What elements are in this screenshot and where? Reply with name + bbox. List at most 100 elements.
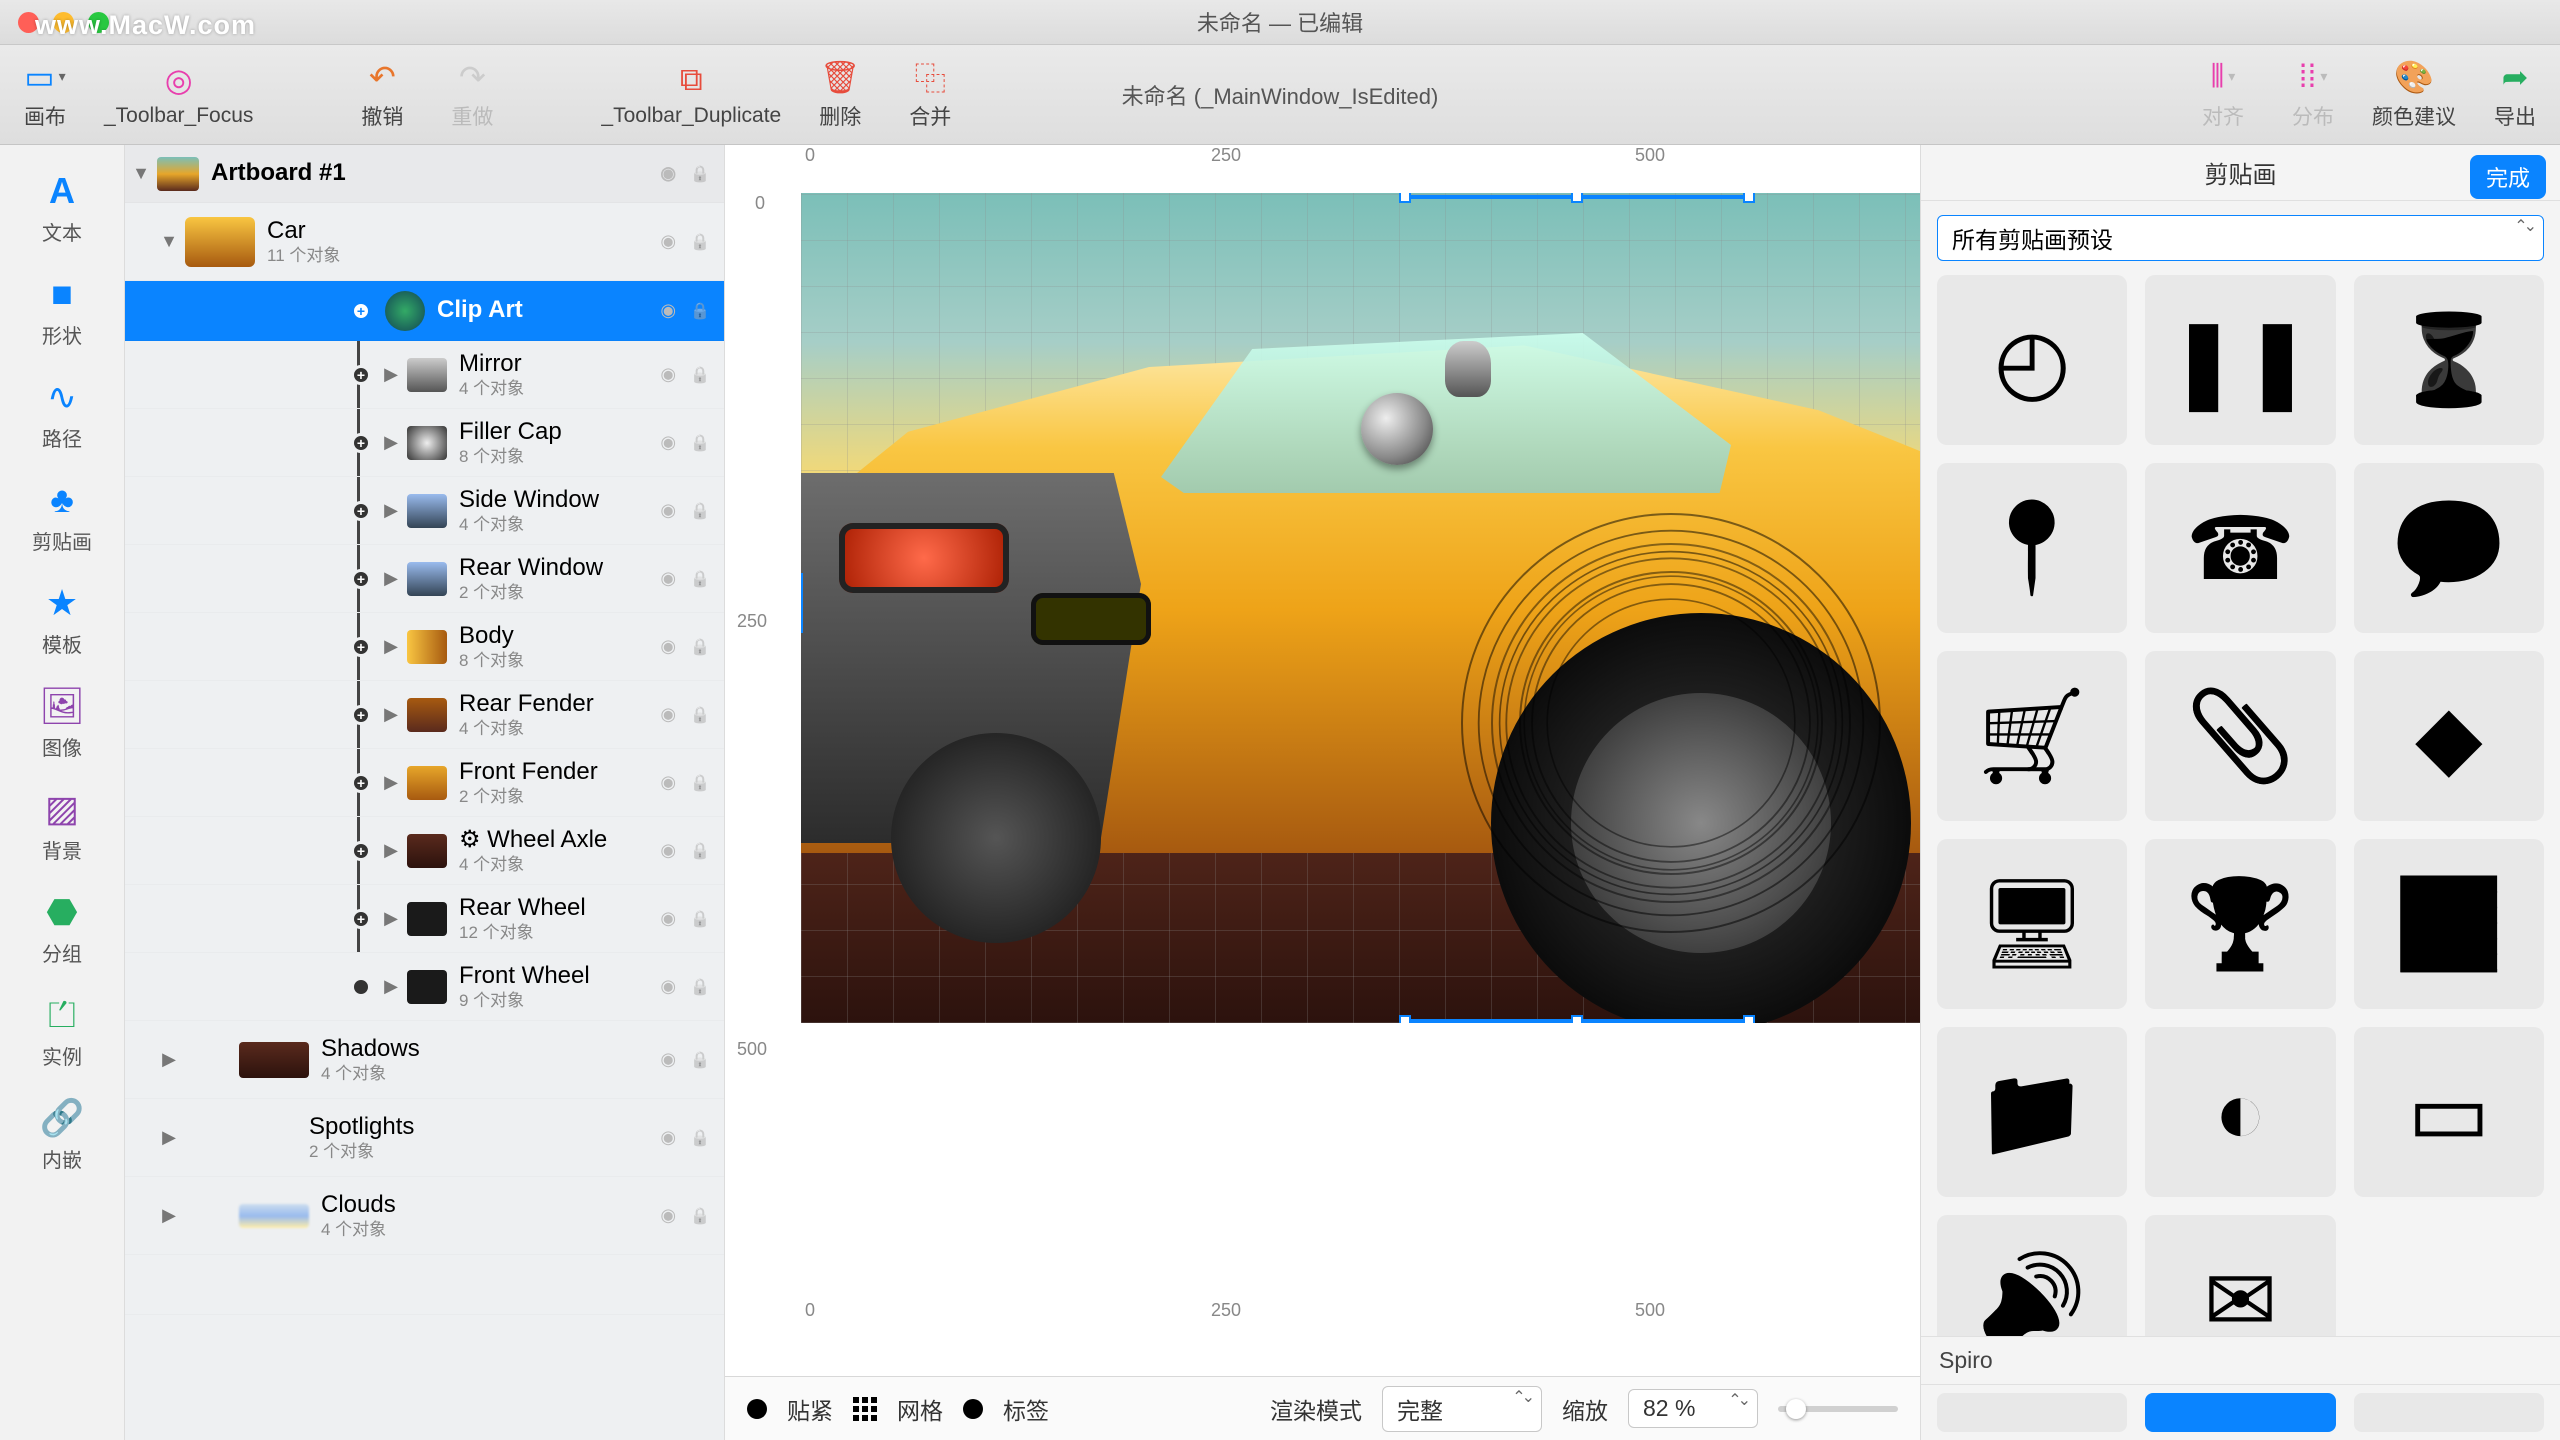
zoom-slider[interactable]: [1778, 1406, 1898, 1412]
layer-item[interactable]: +▶Filler Cap8 个对象: [125, 409, 724, 477]
visibility-icon[interactable]: [660, 907, 676, 930]
layer-item[interactable]: +▶Rear Fender4 个对象: [125, 681, 724, 749]
visibility-icon[interactable]: [660, 1126, 676, 1149]
disclosure-icon[interactable]: ▼: [131, 163, 151, 184]
grid-icon[interactable]: [853, 1397, 877, 1421]
color-suggest-button[interactable]: 🎨 颜色建议: [2358, 51, 2470, 139]
clipart-tool[interactable]: ♣剪贴画: [0, 466, 124, 569]
clipart-trophy[interactable]: 🏆: [2145, 839, 2335, 1009]
lock-icon[interactable]: [690, 162, 710, 185]
disclosure-icon[interactable]: ▶: [381, 908, 401, 929]
instance-tool[interactable]: ⏍实例: [0, 981, 124, 1084]
disclosure-icon[interactable]: ▶: [381, 772, 401, 793]
template-tool[interactable]: ★模板: [0, 569, 124, 672]
disclosure-icon[interactable]: ▶: [381, 840, 401, 861]
rendermode-select[interactable]: 完整: [1382, 1386, 1542, 1432]
disclosure-icon[interactable]: ▶: [381, 432, 401, 453]
visibility-icon[interactable]: [660, 1204, 676, 1227]
selection-box[interactable]: [1403, 195, 1751, 199]
disclosure-icon[interactable]: ▶: [159, 1049, 179, 1070]
undo-button[interactable]: ↶ 撤销: [337, 51, 427, 139]
clipart-hourglass[interactable]: ⏳: [2354, 275, 2544, 445]
clipart-phone[interactable]: ☎: [2145, 463, 2335, 633]
layer-item[interactable]: +▶Front Fender2 个对象: [125, 749, 724, 817]
lock-icon[interactable]: [690, 431, 710, 454]
layer-clouds[interactable]: ▶ Clouds4 个对象: [125, 1177, 724, 1255]
lock-icon[interactable]: [690, 703, 710, 726]
clipart-pause[interactable]: ❚❚: [2145, 275, 2335, 445]
layer-car[interactable]: ▼ Car11 个对象: [125, 203, 724, 281]
layer-item[interactable]: +▶Side Window4 个对象: [125, 477, 724, 545]
align-button[interactable]: ⫴▾ 对齐: [2178, 51, 2268, 139]
distribute-button[interactable]: ⁞⁞▾ 分布: [2268, 51, 2358, 139]
preset-select[interactable]: 所有剪贴画预设: [1937, 215, 2544, 261]
disclosure-icon[interactable]: ▶: [381, 976, 401, 997]
artboard-row[interactable]: ▼ Artboard #1: [125, 145, 724, 203]
lock-icon[interactable]: [690, 299, 710, 322]
visibility-icon[interactable]: [660, 635, 676, 658]
layer-item[interactable]: +▶Rear Wheel12 个对象: [125, 885, 724, 953]
delete-button[interactable]: 🗑 删除: [795, 51, 885, 139]
disclosure-icon[interactable]: ▶: [381, 636, 401, 657]
clipart-clock[interactable]: ◴: [1937, 275, 2127, 445]
selection-box[interactable]: [1403, 1019, 1751, 1023]
lock-icon[interactable]: [690, 975, 710, 998]
disclosure-icon[interactable]: ▶: [159, 1127, 179, 1148]
snap-icon[interactable]: [747, 1399, 767, 1419]
visibility-icon[interactable]: [660, 771, 676, 794]
layer-item[interactable]: +▶Mirror4 个对象: [125, 341, 724, 409]
layer-row[interactable]: [125, 1255, 724, 1315]
export-button[interactable]: ➦ 导出: [2470, 51, 2560, 139]
path-tool[interactable]: ∿路径: [0, 363, 124, 466]
clipart-mail[interactable]: ✉: [2145, 1215, 2335, 1336]
visibility-icon[interactable]: [660, 839, 676, 862]
focus-button[interactable]: ◎ _Toolbar_Focus: [90, 51, 267, 139]
footer-tab[interactable]: [2354, 1393, 2544, 1432]
labels-label[interactable]: 标签: [1003, 1392, 1049, 1426]
disclosure-icon[interactable]: ▶: [381, 704, 401, 725]
done-button[interactable]: 完成: [2470, 155, 2546, 199]
disclosure-icon[interactable]: ▼: [159, 231, 179, 252]
lock-icon[interactable]: [690, 567, 710, 590]
lock-icon[interactable]: [690, 839, 710, 862]
disclosure-icon[interactable]: ▶: [381, 364, 401, 385]
lock-icon[interactable]: [690, 1204, 710, 1227]
clipart-folder[interactable]: 📁: [1937, 1027, 2127, 1197]
lock-icon[interactable]: [690, 771, 710, 794]
lock-icon[interactable]: [690, 499, 710, 522]
artwork-canvas[interactable]: [801, 193, 1920, 1023]
layer-item[interactable]: +▶Rear Window2 个对象: [125, 545, 724, 613]
layer-spotlights[interactable]: ▶ Spotlights2 个对象: [125, 1099, 724, 1177]
clipart-clip[interactable]: 📎: [2145, 651, 2335, 821]
canvas-stage[interactable]: 0 250 500 0 250 500: [725, 145, 1920, 1376]
labels-icon[interactable]: [963, 1399, 983, 1419]
clipart-speaker[interactable]: 🔊: [1937, 1215, 2127, 1336]
layer-item[interactable]: ▶Front Wheel9 个对象: [125, 953, 724, 1021]
duplicate-button[interactable]: ⧉ _Toolbar_Duplicate: [587, 51, 795, 139]
background-tool[interactable]: ▨背景: [0, 775, 124, 878]
embed-tool[interactable]: 🔗内嵌: [0, 1084, 124, 1187]
lock-icon[interactable]: [690, 1126, 710, 1149]
visibility-icon[interactable]: [660, 431, 676, 454]
snap-label[interactable]: 贴紧: [787, 1392, 833, 1426]
shape-tool[interactable]: ■形状: [0, 260, 124, 363]
visibility-icon[interactable]: [660, 567, 676, 590]
disclosure-icon[interactable]: ▶: [381, 500, 401, 521]
visibility-icon[interactable]: [660, 162, 676, 185]
layer-item[interactable]: +▶⚙ Wheel Axle4 个对象: [125, 817, 724, 885]
group-tool[interactable]: ⬣分组: [0, 878, 124, 981]
clipart-gauge[interactable]: ◐: [2145, 1027, 2335, 1197]
visibility-icon[interactable]: [660, 230, 676, 253]
visibility-icon[interactable]: [660, 975, 676, 998]
layer-item[interactable]: +▶Body8 个对象: [125, 613, 724, 681]
disclosure-icon[interactable]: ▶: [381, 568, 401, 589]
merge-button[interactable]: ⿻ 合并: [885, 51, 975, 139]
disclosure-icon[interactable]: ▶: [159, 1205, 179, 1226]
footer-tab[interactable]: [1937, 1393, 2127, 1432]
image-tool[interactable]: 🖼图像: [0, 672, 124, 775]
visibility-icon[interactable]: [660, 363, 676, 386]
layer-shadows[interactable]: ▶ Shadows4 个对象: [125, 1021, 724, 1099]
layer-clipart[interactable]: + Clip Art: [125, 281, 724, 341]
zoom-select[interactable]: 82 %: [1628, 1389, 1758, 1428]
visibility-icon[interactable]: [660, 703, 676, 726]
